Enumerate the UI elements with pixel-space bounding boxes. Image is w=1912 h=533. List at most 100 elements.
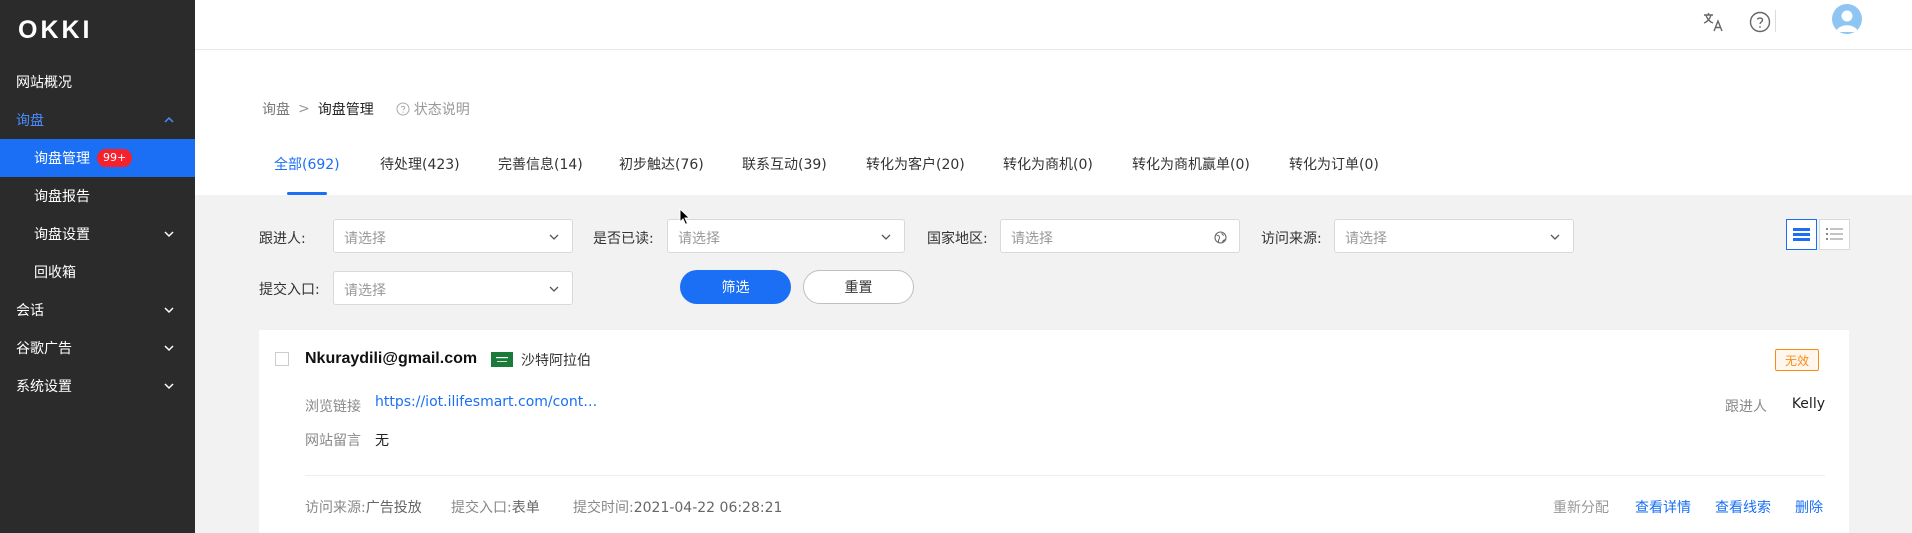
tab-initial-reach[interactable]: 初步触达(76) — [619, 154, 704, 174]
filter-source-label: 访问来源: — [1261, 231, 1322, 247]
sidebar-item-system-settings[interactable]: 系统设置 — [0, 367, 195, 405]
sidebar-item-label: 网站概况 — [16, 75, 72, 91]
filter-source-select[interactable]: 请选择 — [1334, 219, 1574, 253]
help-icon[interactable] — [1748, 10, 1772, 34]
chevron-down-icon — [164, 231, 174, 238]
filter-entry-select[interactable]: 请选择 — [333, 271, 573, 305]
source-meta-label: 访问来源: — [305, 500, 366, 516]
sidebar-item-inquiry-management[interactable]: 询盘管理 99+ — [0, 139, 195, 177]
table-view-toggle[interactable] — [1819, 219, 1850, 250]
globe-icon — [1214, 231, 1227, 244]
sidebar-item-label: 询盘报告 — [34, 189, 90, 205]
status-tabs: 全部(692) 待处理(423) 完善信息(14) 初步触达(76) 联系互动(… — [195, 154, 1912, 195]
tab-converted-opportunity[interactable]: 转化为商机(0) — [1003, 154, 1093, 174]
inquiry-email[interactable]: Nkuraydili@gmail.com — [305, 350, 477, 368]
sidebar-item-google-ads[interactable]: 谷歌广告 — [0, 329, 195, 367]
time-meta: 提交时间:2021-04-22 06:28:21 — [573, 497, 782, 517]
page-head: 询盘 > 询盘管理 状态说明 全部(692) 待处理(423) 完善信息(14)… — [195, 50, 1912, 195]
select-placeholder: 请选择 — [344, 231, 386, 247]
chevron-up-icon — [164, 116, 174, 123]
top-header — [195, 0, 1912, 50]
list-icon — [1826, 228, 1843, 240]
breadcrumb-root[interactable]: 询盘 — [262, 99, 290, 119]
filter-button[interactable]: 筛选 — [680, 270, 791, 304]
user-icon — [1836, 10, 1858, 32]
breadcrumb-current: 询盘管理 — [317, 102, 374, 118]
sidebar: OKKI 网站概况 询盘 询盘管理 99+ 询盘报告 询盘设置 回收箱 会话 谷… — [0, 0, 195, 533]
card-list-icon — [1793, 228, 1810, 241]
tab-converted-order[interactable]: 转化为订单(0) — [1289, 154, 1379, 174]
message-label: 网站留言 — [305, 433, 361, 449]
sidebar-item-label: 系统设置 — [16, 379, 72, 395]
tab-all[interactable]: 全部(692) — [274, 154, 340, 174]
tab-complete-info[interactable]: 完善信息(14) — [498, 154, 583, 174]
tab-converted-customer[interactable]: 转化为客户(20) — [866, 154, 965, 174]
entry-meta-label: 提交入口: — [451, 500, 512, 516]
unread-badge: 99+ — [97, 149, 133, 167]
status-help-label: 状态说明 — [413, 102, 470, 118]
source-meta-value: 广告投放 — [365, 500, 422, 516]
follower-value: Kelly — [1791, 396, 1825, 412]
chevron-down-icon — [164, 345, 174, 352]
app-logo: OKKI — [18, 16, 93, 44]
sidebar-item-label: 会话 — [16, 303, 44, 319]
delete-button[interactable]: 删除 — [1795, 497, 1823, 517]
message-value: 无 — [375, 433, 389, 449]
sidebar-item-inquiry-settings[interactable]: 询盘设置 — [0, 215, 195, 253]
select-placeholder: 请选择 — [1345, 231, 1387, 247]
filter-country-label: 国家地区: — [927, 231, 988, 247]
sidebar-item-label: 询盘管理 — [34, 151, 90, 167]
filter-read-select[interactable]: 请选择 — [667, 219, 905, 253]
sidebar-item-label: 回收箱 — [34, 265, 76, 281]
sidebar-item-label: 谷歌广告 — [16, 341, 72, 357]
saudi-flag-icon — [491, 352, 513, 367]
sidebar-item-label: 询盘 — [16, 113, 44, 129]
status-badge: 无效 — [1775, 349, 1819, 371]
mouse-cursor-icon — [679, 208, 691, 226]
filter-follower-label: 跟进人: — [259, 231, 306, 247]
tab-pending[interactable]: 待处理(423) — [380, 154, 460, 174]
browse-link-label: 浏览链接 — [305, 399, 361, 415]
breadcrumb: 询盘 > 询盘管理 状态说明 — [262, 99, 470, 119]
select-placeholder: 请选择 — [678, 231, 720, 247]
chevron-down-icon — [164, 307, 174, 314]
filter-follower-select[interactable]: 请选择 — [333, 219, 573, 253]
sidebar-item-site-overview[interactable]: 网站概况 — [0, 63, 195, 101]
select-checkbox[interactable] — [275, 352, 289, 366]
card-divider — [305, 475, 1825, 476]
view-leads-button[interactable]: 查看线索 — [1715, 497, 1771, 517]
select-placeholder: 请选择 — [344, 283, 386, 299]
chevron-down-icon — [549, 286, 559, 292]
chevron-down-icon — [1550, 234, 1560, 240]
tab-contact-interaction[interactable]: 联系互动(39) — [742, 154, 827, 174]
card-view-toggle[interactable] — [1786, 219, 1817, 250]
reassign-button[interactable]: 重新分配 — [1553, 497, 1609, 517]
translate-icon[interactable] — [1701, 10, 1725, 34]
reset-button[interactable]: 重置 — [803, 270, 914, 304]
chevron-down-icon — [881, 234, 891, 240]
inquiry-country: 沙特阿拉伯 — [521, 353, 591, 369]
filter-entry-label: 提交入口: — [259, 282, 320, 298]
time-meta-value: 2021-04-22 06:28:21 — [633, 500, 783, 516]
entry-meta: 提交入口:表单 — [451, 497, 540, 517]
avatar[interactable] — [1832, 4, 1862, 34]
header-divider — [1775, 10, 1776, 32]
breadcrumb-separator: > — [298, 101, 310, 117]
inquiry-card: Nkuraydili@gmail.com 沙特阿拉伯 无效 浏览链接 https… — [259, 330, 1849, 533]
view-details-button[interactable]: 查看详情 — [1635, 497, 1691, 517]
follower-label: 跟进人 — [1725, 399, 1767, 415]
browse-link[interactable]: https://iot.ilifesmart.com/cont… — [375, 394, 597, 410]
sidebar-item-recycle-bin[interactable]: 回收箱 — [0, 253, 195, 291]
source-meta: 访问来源:广告投放 — [305, 497, 422, 517]
question-icon — [396, 102, 410, 116]
tab-converted-opportunity-won[interactable]: 转化为商机赢单(0) — [1132, 154, 1250, 174]
filter-country-select[interactable]: 请选择 — [1000, 219, 1240, 253]
chevron-down-icon — [164, 383, 174, 390]
active-tab-indicator — [287, 192, 327, 195]
time-meta-label: 提交时间: — [573, 500, 634, 516]
sidebar-item-conversation[interactable]: 会话 — [0, 291, 195, 329]
status-help-link[interactable]: 状态说明 — [396, 99, 470, 119]
sidebar-item-inquiry-report[interactable]: 询盘报告 — [0, 177, 195, 215]
sidebar-item-inquiry[interactable]: 询盘 — [0, 101, 195, 139]
chevron-down-icon — [549, 234, 559, 240]
